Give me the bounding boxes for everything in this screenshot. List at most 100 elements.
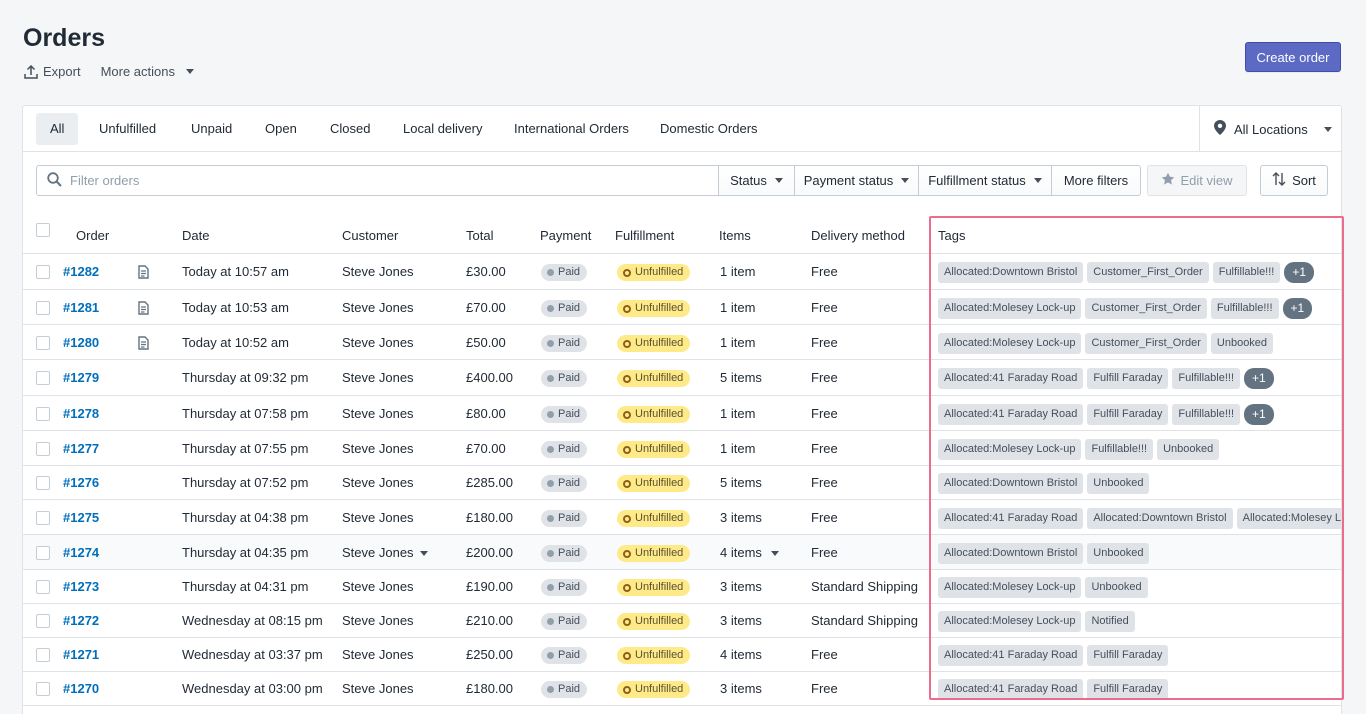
- order-link[interactable]: #1272: [63, 613, 99, 628]
- table-row[interactable]: #1271 Wednesday at 03:37 pm Steve Jones £25…: [23, 638, 1341, 672]
- order-items[interactable]: 1 item: [720, 264, 755, 279]
- row-checkbox[interactable]: [36, 580, 50, 594]
- tab-international-orders[interactable]: International Orders: [500, 113, 643, 145]
- row-checkbox[interactable]: [36, 407, 50, 421]
- row-checkbox[interactable]: [36, 546, 50, 560]
- order-link[interactable]: #1273: [63, 579, 99, 594]
- order-customer[interactable]: Steve Jones: [342, 613, 414, 628]
- order-link[interactable]: #1275: [63, 510, 99, 525]
- column-payment[interactable]: Payment: [540, 228, 591, 243]
- note-icon[interactable]: [138, 336, 149, 353]
- more-tags-badge[interactable]: +1: [1284, 262, 1315, 283]
- order-items[interactable]: 3 items: [720, 579, 762, 594]
- table-row[interactable]: #1272 Wednesday at 08:15 pm Steve Jones £21…: [23, 604, 1341, 638]
- create-order-button[interactable]: Create order: [1245, 42, 1341, 72]
- order-items[interactable]: 4 items: [720, 545, 762, 560]
- chevron-down-icon[interactable]: [420, 551, 428, 556]
- filter-orders-field[interactable]: [36, 165, 719, 196]
- status-filter-button[interactable]: Status: [718, 165, 795, 196]
- export-button[interactable]: Export: [24, 64, 81, 79]
- table-row[interactable]: #1280 Today at 10:52 am Steve Jones £50.00 P…: [23, 325, 1341, 360]
- order-link[interactable]: #1280: [63, 335, 99, 350]
- order-items[interactable]: 5 items: [720, 370, 762, 385]
- table-row[interactable]: #1282 Today at 10:57 am Steve Jones £30.00 P…: [23, 254, 1341, 290]
- order-items[interactable]: 3 items: [720, 613, 762, 628]
- order-customer[interactable]: Steve Jones: [342, 370, 414, 385]
- order-customer[interactable]: Steve Jones: [342, 647, 414, 662]
- table-row[interactable]: #1270 Wednesday at 03:00 pm Steve Jones £18…: [23, 672, 1341, 706]
- order-link[interactable]: #1278: [63, 406, 99, 421]
- tab-all[interactable]: All: [36, 113, 79, 145]
- table-row[interactable]: #1281 Today at 10:53 am Steve Jones £70.00 P…: [23, 290, 1341, 325]
- edit-view-button[interactable]: Edit view: [1147, 165, 1247, 196]
- column-tags[interactable]: Tags: [938, 228, 965, 243]
- row-checkbox[interactable]: [36, 511, 50, 525]
- row-checkbox[interactable]: [36, 648, 50, 662]
- order-items[interactable]: 5 items: [720, 475, 762, 490]
- table-row[interactable]: #1273 Thursday at 04:31 pm Steve Jones £190…: [23, 570, 1341, 604]
- order-items[interactable]: 3 items: [720, 510, 762, 525]
- order-customer[interactable]: Steve Jones: [342, 264, 414, 279]
- column-date[interactable]: Date: [182, 228, 209, 243]
- order-link[interactable]: #1270: [63, 681, 99, 696]
- table-row[interactable]: #1276 Thursday at 07:52 pm Steve Jones £285…: [23, 466, 1341, 500]
- row-checkbox[interactable]: [36, 336, 50, 350]
- locations-dropdown[interactable]: All Locations: [1199, 106, 1341, 152]
- column-items[interactable]: Items: [719, 228, 751, 243]
- more-tags-badge[interactable]: +1: [1282, 298, 1313, 319]
- order-link[interactable]: #1277: [63, 441, 99, 456]
- row-checkbox[interactable]: [36, 682, 50, 696]
- order-items[interactable]: 1 item: [720, 441, 755, 456]
- order-items[interactable]: 1 item: [720, 406, 755, 421]
- order-link[interactable]: #1282: [63, 264, 99, 279]
- note-icon[interactable]: [138, 265, 149, 282]
- order-items[interactable]: 1 item: [720, 300, 755, 315]
- row-checkbox[interactable]: [36, 265, 50, 279]
- table-row[interactable]: #1274 Thursday at 04:35 pm Steve Jones £200…: [23, 535, 1341, 570]
- note-icon[interactable]: [138, 301, 149, 318]
- order-link[interactable]: #1276: [63, 475, 99, 490]
- tab-open[interactable]: Open: [251, 113, 311, 145]
- tab-unfulfilled[interactable]: Unfulfilled: [85, 113, 170, 145]
- more-filters-button[interactable]: More filters: [1051, 165, 1141, 196]
- order-link[interactable]: #1281: [63, 300, 99, 315]
- chevron-down-icon[interactable]: [771, 551, 779, 556]
- column-order[interactable]: Order: [76, 228, 109, 243]
- order-customer[interactable]: Steve Jones: [342, 406, 414, 421]
- sort-button[interactable]: Sort: [1260, 165, 1328, 196]
- order-customer[interactable]: Steve Jones: [342, 510, 414, 525]
- fulfillment-status-filter-button[interactable]: Fulfillment status: [918, 165, 1052, 196]
- order-link[interactable]: #1271: [63, 647, 99, 662]
- column-customer[interactable]: Customer: [342, 228, 398, 243]
- more-tags-badge[interactable]: +1: [1244, 368, 1274, 389]
- filter-orders-input[interactable]: [70, 173, 670, 188]
- select-all-checkbox[interactable]: [36, 223, 50, 237]
- row-checkbox[interactable]: [36, 442, 50, 456]
- more-tags-badge[interactable]: +1: [1244, 404, 1274, 425]
- order-customer[interactable]: Steve Jones: [342, 475, 414, 490]
- table-row[interactable]: #1278 Thursday at 07:58 pm Steve Jones £80.…: [23, 396, 1341, 431]
- payment-status-filter-button[interactable]: Payment status: [794, 165, 919, 196]
- tab-unpaid[interactable]: Unpaid: [177, 113, 246, 145]
- column-total[interactable]: Total: [466, 228, 493, 243]
- order-items[interactable]: 3 items: [720, 681, 762, 696]
- order-customer[interactable]: Steve Jones: [342, 441, 414, 456]
- tab-closed[interactable]: Closed: [316, 113, 384, 145]
- order-customer[interactable]: Steve Jones: [342, 545, 414, 560]
- column-delivery-method[interactable]: Delivery method: [811, 228, 905, 243]
- order-link[interactable]: #1279: [63, 370, 99, 385]
- order-customer[interactable]: Steve Jones: [342, 579, 414, 594]
- row-checkbox[interactable]: [36, 614, 50, 628]
- order-link[interactable]: #1274: [63, 545, 99, 560]
- order-customer[interactable]: Steve Jones: [342, 300, 414, 315]
- tab-local-delivery[interactable]: Local delivery: [389, 113, 497, 145]
- order-items[interactable]: 4 items: [720, 647, 762, 662]
- table-row[interactable]: #1277 Thursday at 07:55 pm Steve Jones £70.…: [23, 431, 1341, 466]
- table-row[interactable]: #1279 Thursday at 09:32 pm Steve Jones £400…: [23, 360, 1341, 396]
- row-checkbox[interactable]: [36, 371, 50, 385]
- table-row[interactable]: #1275 Thursday at 04:38 pm Steve Jones £180…: [23, 500, 1341, 535]
- row-checkbox[interactable]: [36, 301, 50, 315]
- row-checkbox[interactable]: [36, 476, 50, 490]
- order-items[interactable]: 1 item: [720, 335, 755, 350]
- tab-domestic-orders[interactable]: Domestic Orders: [646, 113, 772, 145]
